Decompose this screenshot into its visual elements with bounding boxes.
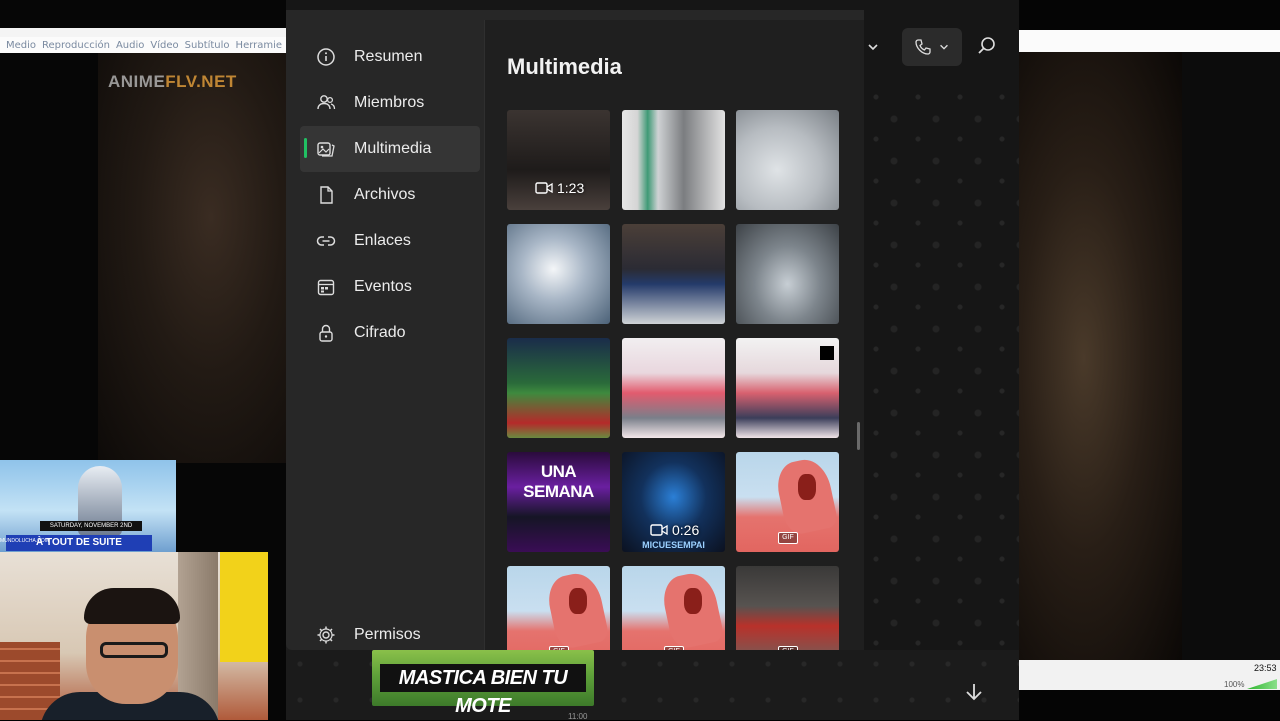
sidebar-item-label: Multimedia — [354, 140, 432, 157]
media-thumb-image[interactable] — [622, 110, 725, 210]
media-thumb-video[interactable]: 0:26 MICUESEMPAI — [622, 452, 725, 552]
video-frame — [98, 53, 286, 463]
lock-icon — [316, 323, 336, 343]
media-thumb-video[interactable]: 1:23 — [507, 110, 610, 210]
gear-icon — [316, 625, 336, 645]
media-thumb-image[interactable] — [736, 110, 839, 210]
phone-icon — [915, 39, 931, 55]
media-thumb-gif[interactable]: GIF — [736, 452, 839, 552]
calendar-icon — [316, 277, 336, 297]
menu-video[interactable]: Vídeo — [150, 40, 178, 51]
media-scrollbar[interactable] — [857, 422, 860, 450]
selection-marker — [820, 346, 834, 360]
media-thumb-image[interactable] — [736, 338, 839, 438]
search-icon[interactable] — [976, 34, 998, 58]
webcam-poster — [220, 552, 268, 662]
video-watermark: ANIMEFLV.NET — [108, 72, 237, 92]
right-video-frame — [1018, 52, 1182, 664]
video-camera-icon — [535, 182, 553, 194]
file-icon — [316, 185, 336, 205]
watermark-accent: FLV.NET — [165, 72, 237, 91]
gif-character-mouth — [798, 474, 816, 500]
video-duration: 1:23 — [557, 180, 585, 196]
menu-subtitulo[interactable]: Subtítulo — [185, 40, 230, 51]
video-duration: 0:26 — [672, 522, 700, 538]
preview-caption-brand: MUNDOLUCHA.COM — [0, 538, 49, 544]
media-thumb-gif[interactable]: GIF — [736, 566, 839, 660]
sidebar-item-resumen[interactable]: Resumen — [300, 34, 480, 80]
webcam-person-glasses — [100, 642, 168, 658]
media-thumb-image[interactable] — [507, 338, 610, 438]
gif-badge: GIF — [778, 532, 798, 544]
info-icon — [316, 47, 336, 67]
media-thumb-image[interactable]: UNA SEMANA — [507, 452, 610, 552]
members-icon — [316, 93, 336, 113]
sidebar-item-cifrado[interactable]: Cifrado — [300, 310, 480, 356]
watermark-main: ANIME — [108, 72, 166, 91]
sidebar-item-label: Resumen — [354, 48, 423, 65]
webcam-person-hair — [84, 588, 180, 624]
right-window-strip — [1018, 30, 1280, 52]
sidebar-item-label: Permisos — [354, 626, 421, 643]
sidebar-item-label: Enlaces — [354, 232, 411, 249]
media-thumb-image[interactable] — [507, 224, 610, 324]
gif-character-mouth — [684, 588, 702, 614]
video-duration-badge: 0:26 — [650, 522, 699, 538]
video-duration-badge: 1:23 — [535, 180, 584, 196]
menu-audio[interactable]: Audio — [116, 40, 144, 51]
call-chevron-icon — [940, 44, 948, 50]
taskbar-clock: 23:53 — [1254, 663, 1277, 673]
media-thumb-gif[interactable]: GIF — [622, 566, 725, 660]
sidebar-item-label: Archivos — [354, 186, 416, 203]
sidebar-item-label: Miembros — [354, 94, 425, 111]
sidebar-item-miembros[interactable]: Miembros — [300, 80, 480, 126]
whatsapp-window: Resumen Miembros Multimedia Archivos Enl… — [286, 0, 1019, 720]
info-sidebar: Resumen Miembros Multimedia Archivos Enl… — [300, 34, 480, 356]
media-icon — [316, 139, 336, 159]
menu-reproduccion[interactable]: Reproducción — [42, 40, 110, 51]
sidebar-item-eventos[interactable]: Eventos — [300, 264, 480, 310]
volume-level: 100% — [1224, 680, 1245, 689]
gif-character-mouth — [569, 588, 587, 614]
scroll-down-icon[interactable] — [962, 680, 986, 704]
webcam-tile — [0, 552, 268, 720]
sticker-text: MASTICA BIEN TU MOTE — [380, 664, 586, 717]
thumb-overlay-text: MICUESEMPAI — [642, 540, 705, 550]
sidebar-item-multimedia[interactable]: Multimedia — [300, 126, 480, 172]
right-dark-area — [1182, 52, 1280, 664]
page-title: Multimedia — [507, 54, 622, 79]
media-thumb-image[interactable] — [622, 224, 725, 324]
media-thumb-image[interactable] — [622, 338, 725, 438]
media-grid: 1:23 UNA SEMANA 0:26 MICUESEMPAI GIF — [507, 110, 847, 660]
thumb-overlay-text: UNA SEMANA — [523, 462, 594, 501]
media-thumb-image[interactable] — [736, 224, 839, 324]
call-button[interactable] — [902, 28, 962, 66]
chevron-down-icon[interactable] — [866, 40, 880, 54]
media-content: Multimedia 1:23 UNA SEMANA 0:26 MICUESEM… — [485, 20, 864, 660]
chat-info-panel: Resumen Miembros Multimedia Archivos Enl… — [286, 10, 864, 660]
media-thumb-gif[interactable]: GIF — [507, 566, 610, 660]
chat-wallpaper-pattern — [864, 85, 1019, 685]
sidebar-item-archivos[interactable]: Archivos — [300, 172, 480, 218]
video-camera-icon — [650, 524, 668, 536]
link-icon — [316, 231, 336, 251]
preview-caption-date: SATURDAY, NOVEMBER 2ND — [40, 521, 142, 531]
sidebar-item-label: Eventos — [354, 278, 412, 295]
menu-herramientas[interactable]: Herramie — [236, 40, 283, 51]
stream-preview-tile: SATURDAY, NOVEMBER 2ND À TOUT DE SUITE M… — [0, 460, 176, 552]
sidebar-item-label: Cifrado — [354, 324, 406, 341]
menu-medio[interactable]: Medio — [6, 40, 36, 51]
sidebar-item-enlaces[interactable]: Enlaces — [300, 218, 480, 264]
video-player-menubar: Medio Reproducción Audio Vídeo Subtítulo… — [0, 37, 286, 53]
